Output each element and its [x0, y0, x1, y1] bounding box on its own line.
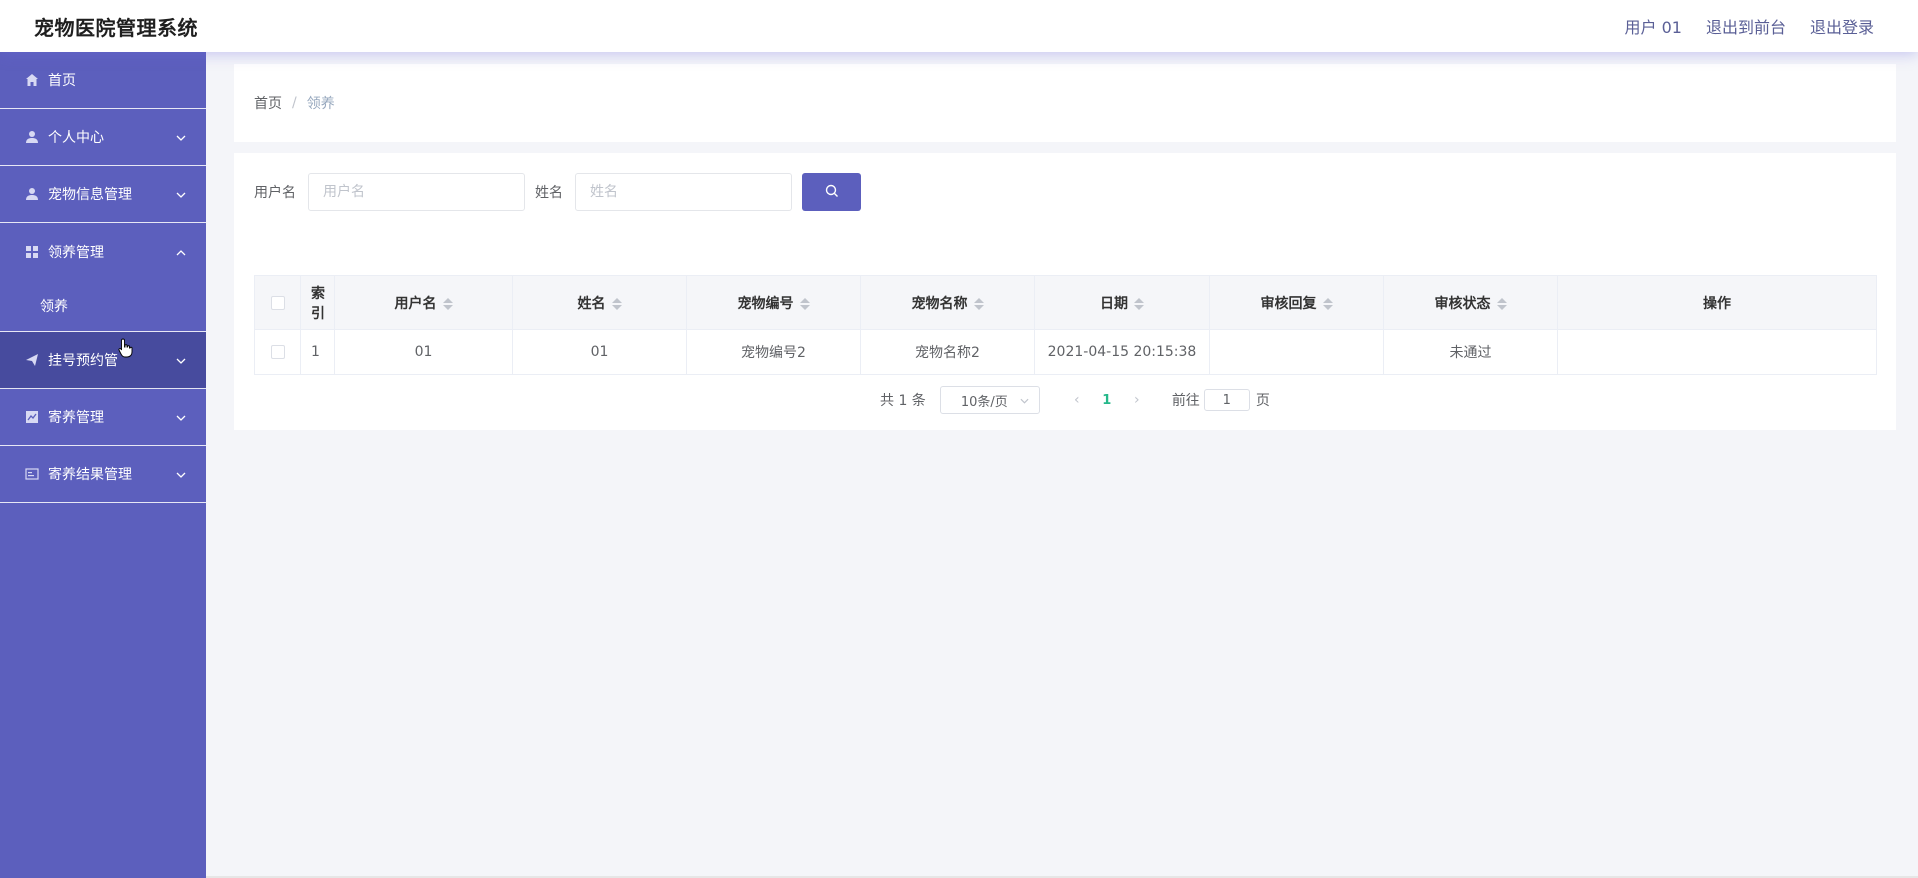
sidebar-item-home[interactable]: 首页	[0, 52, 206, 109]
sidebar-item-label: 挂号预约管	[48, 353, 118, 369]
sidebar-item-adoption-management[interactable]: 领养管理	[0, 223, 206, 280]
pagination: 共 1 条 10条/页 ‹ 1 › 前往 页	[880, 386, 1270, 414]
sidebar-item-label: 领养管理	[48, 244, 104, 261]
name-search-input[interactable]	[575, 173, 792, 211]
next-page-button[interactable]: ›	[1122, 392, 1152, 408]
sort-icon[interactable]	[611, 297, 622, 311]
breadcrumb: 首页 / 领养	[234, 64, 1896, 142]
chevron-down-icon	[1020, 393, 1029, 408]
home-icon	[24, 72, 40, 88]
logout-link[interactable]: 退出登录	[1810, 14, 1874, 38]
breadcrumb-current: 领养	[306, 96, 335, 112]
page-size-select[interactable]: 10条/页	[939, 386, 1040, 414]
page-suffix: 页	[1255, 393, 1270, 409]
page-goto: 前往 页	[1172, 389, 1270, 411]
sort-icon[interactable]	[1134, 297, 1144, 311]
column-header-review-status[interactable]: 审核状态	[1383, 275, 1558, 330]
header-actions: 用户 01 退出到前台 退出登录	[1625, 14, 1874, 38]
name-label: 姓名	[535, 185, 563, 201]
sidebar-subitem-label: 领养	[40, 298, 68, 315]
cell-index: 1	[300, 329, 335, 375]
cell-date: 2021-04-15 20:15:38	[1034, 329, 1210, 375]
search-button[interactable]	[802, 173, 861, 211]
column-header-actions: 操作	[1557, 275, 1877, 330]
table-header-row: 索引 用户名 姓名 宠物编号 宠物名称 日期 审核回复 审核状态 操作	[254, 275, 1877, 330]
current-user[interactable]: 用户 01	[1625, 14, 1682, 38]
column-header-username[interactable]: 用户名	[334, 275, 513, 330]
app-title: 宠物医院管理系统	[34, 15, 198, 40]
sidebar-item-label: 宠物信息管理	[48, 187, 132, 203]
breadcrumb-separator: /	[292, 95, 297, 111]
card-icon	[24, 466, 40, 482]
search-form: 用户名 姓名	[254, 173, 861, 211]
search-icon	[825, 184, 839, 201]
column-header-pet-no[interactable]: 宠物编号	[686, 275, 861, 330]
chart-icon	[24, 409, 40, 425]
column-header-pet-name[interactable]: 宠物名称	[860, 275, 1035, 330]
sidebar-item-pet-info[interactable]: 宠物信息管理	[0, 166, 206, 223]
sidebar-item-label: 寄养管理	[48, 410, 104, 426]
prev-page-button[interactable]: ‹	[1062, 392, 1092, 408]
chevron-down-icon	[176, 353, 186, 367]
cell-pet-name: 宠物名称2	[860, 329, 1035, 375]
chevron-down-icon	[176, 410, 186, 424]
sort-icon[interactable]	[1322, 297, 1333, 311]
cell-actions	[1557, 329, 1877, 375]
pagination-total: 共 1 条	[880, 393, 926, 409]
user-icon	[24, 186, 40, 202]
chevron-down-icon	[176, 467, 186, 481]
sort-icon[interactable]	[442, 297, 453, 311]
cell-name: 01	[512, 329, 687, 375]
sidebar: 首页 个人中心 宠物信息管理 领养管理 领养 挂号预约管 寄养管理 寄养结果管理	[0, 52, 206, 878]
breadcrumb-home[interactable]: 首页	[254, 93, 282, 113]
goto-page-input[interactable]	[1203, 389, 1250, 411]
cell-review-status: 未通过	[1383, 329, 1558, 375]
sidebar-item-personal-center[interactable]: 个人中心	[0, 109, 206, 166]
back-to-front-link[interactable]: 退出到前台	[1706, 14, 1786, 38]
send-icon	[24, 352, 40, 368]
sidebar-item-label: 个人中心	[48, 130, 104, 146]
column-header-name[interactable]: 姓名	[512, 275, 687, 330]
sort-icon[interactable]	[973, 297, 984, 311]
username-search-input[interactable]	[308, 173, 525, 211]
user-icon	[24, 129, 40, 145]
sidebar-item-label: 首页	[48, 73, 76, 89]
page-size-value: 10条/页	[960, 394, 1008, 410]
username-label: 用户名	[254, 185, 296, 201]
chevron-down-icon	[176, 130, 186, 144]
table-row: 1 01 01 宠物编号2 宠物名称2 2021-04-15 20:15:38 …	[254, 329, 1877, 375]
sort-icon[interactable]	[1496, 297, 1507, 311]
column-header-review-reply[interactable]: 审核回复	[1209, 275, 1384, 330]
sidebar-item-appointment-management[interactable]: 挂号预约管	[0, 332, 206, 389]
sort-icon[interactable]	[799, 297, 810, 311]
select-all-checkbox[interactable]	[270, 295, 285, 310]
grid-icon	[24, 244, 40, 260]
content-card: 用户名 姓名 索引 用户名 姓名 宠物编号 宠物名称 日期 审核回复 审核状态 …	[234, 153, 1896, 430]
cell-pet-no: 宠物编号2	[686, 329, 861, 375]
sidebar-item-boarding-management[interactable]: 寄养管理	[0, 389, 206, 446]
mouse-cursor-icon	[118, 338, 134, 358]
column-header-index: 索引	[300, 275, 335, 330]
chevron-down-icon	[176, 187, 186, 201]
top-header: 宠物医院管理系统 用户 01 退出到前台 退出登录	[0, 0, 1918, 52]
row-checkbox[interactable]	[270, 345, 285, 359]
select-all-cell	[254, 275, 301, 330]
goto-label: 前往	[1171, 393, 1200, 409]
sidebar-item-label: 寄养结果管理	[48, 467, 132, 483]
page-number-1[interactable]: 1	[1092, 393, 1122, 408]
adoption-table: 索引 用户名 姓名 宠物编号 宠物名称 日期 审核回复 审核状态 操作 1 01…	[254, 275, 1877, 375]
cell-review-reply	[1209, 329, 1384, 375]
column-header-date[interactable]: 日期	[1034, 275, 1210, 330]
sidebar-item-boarding-result-management[interactable]: 寄养结果管理	[0, 446, 206, 503]
chevron-up-icon	[176, 245, 186, 259]
cell-username: 01	[334, 329, 513, 375]
row-select-cell	[254, 329, 301, 375]
sidebar-subitem-adoption[interactable]: 领养	[0, 280, 206, 332]
